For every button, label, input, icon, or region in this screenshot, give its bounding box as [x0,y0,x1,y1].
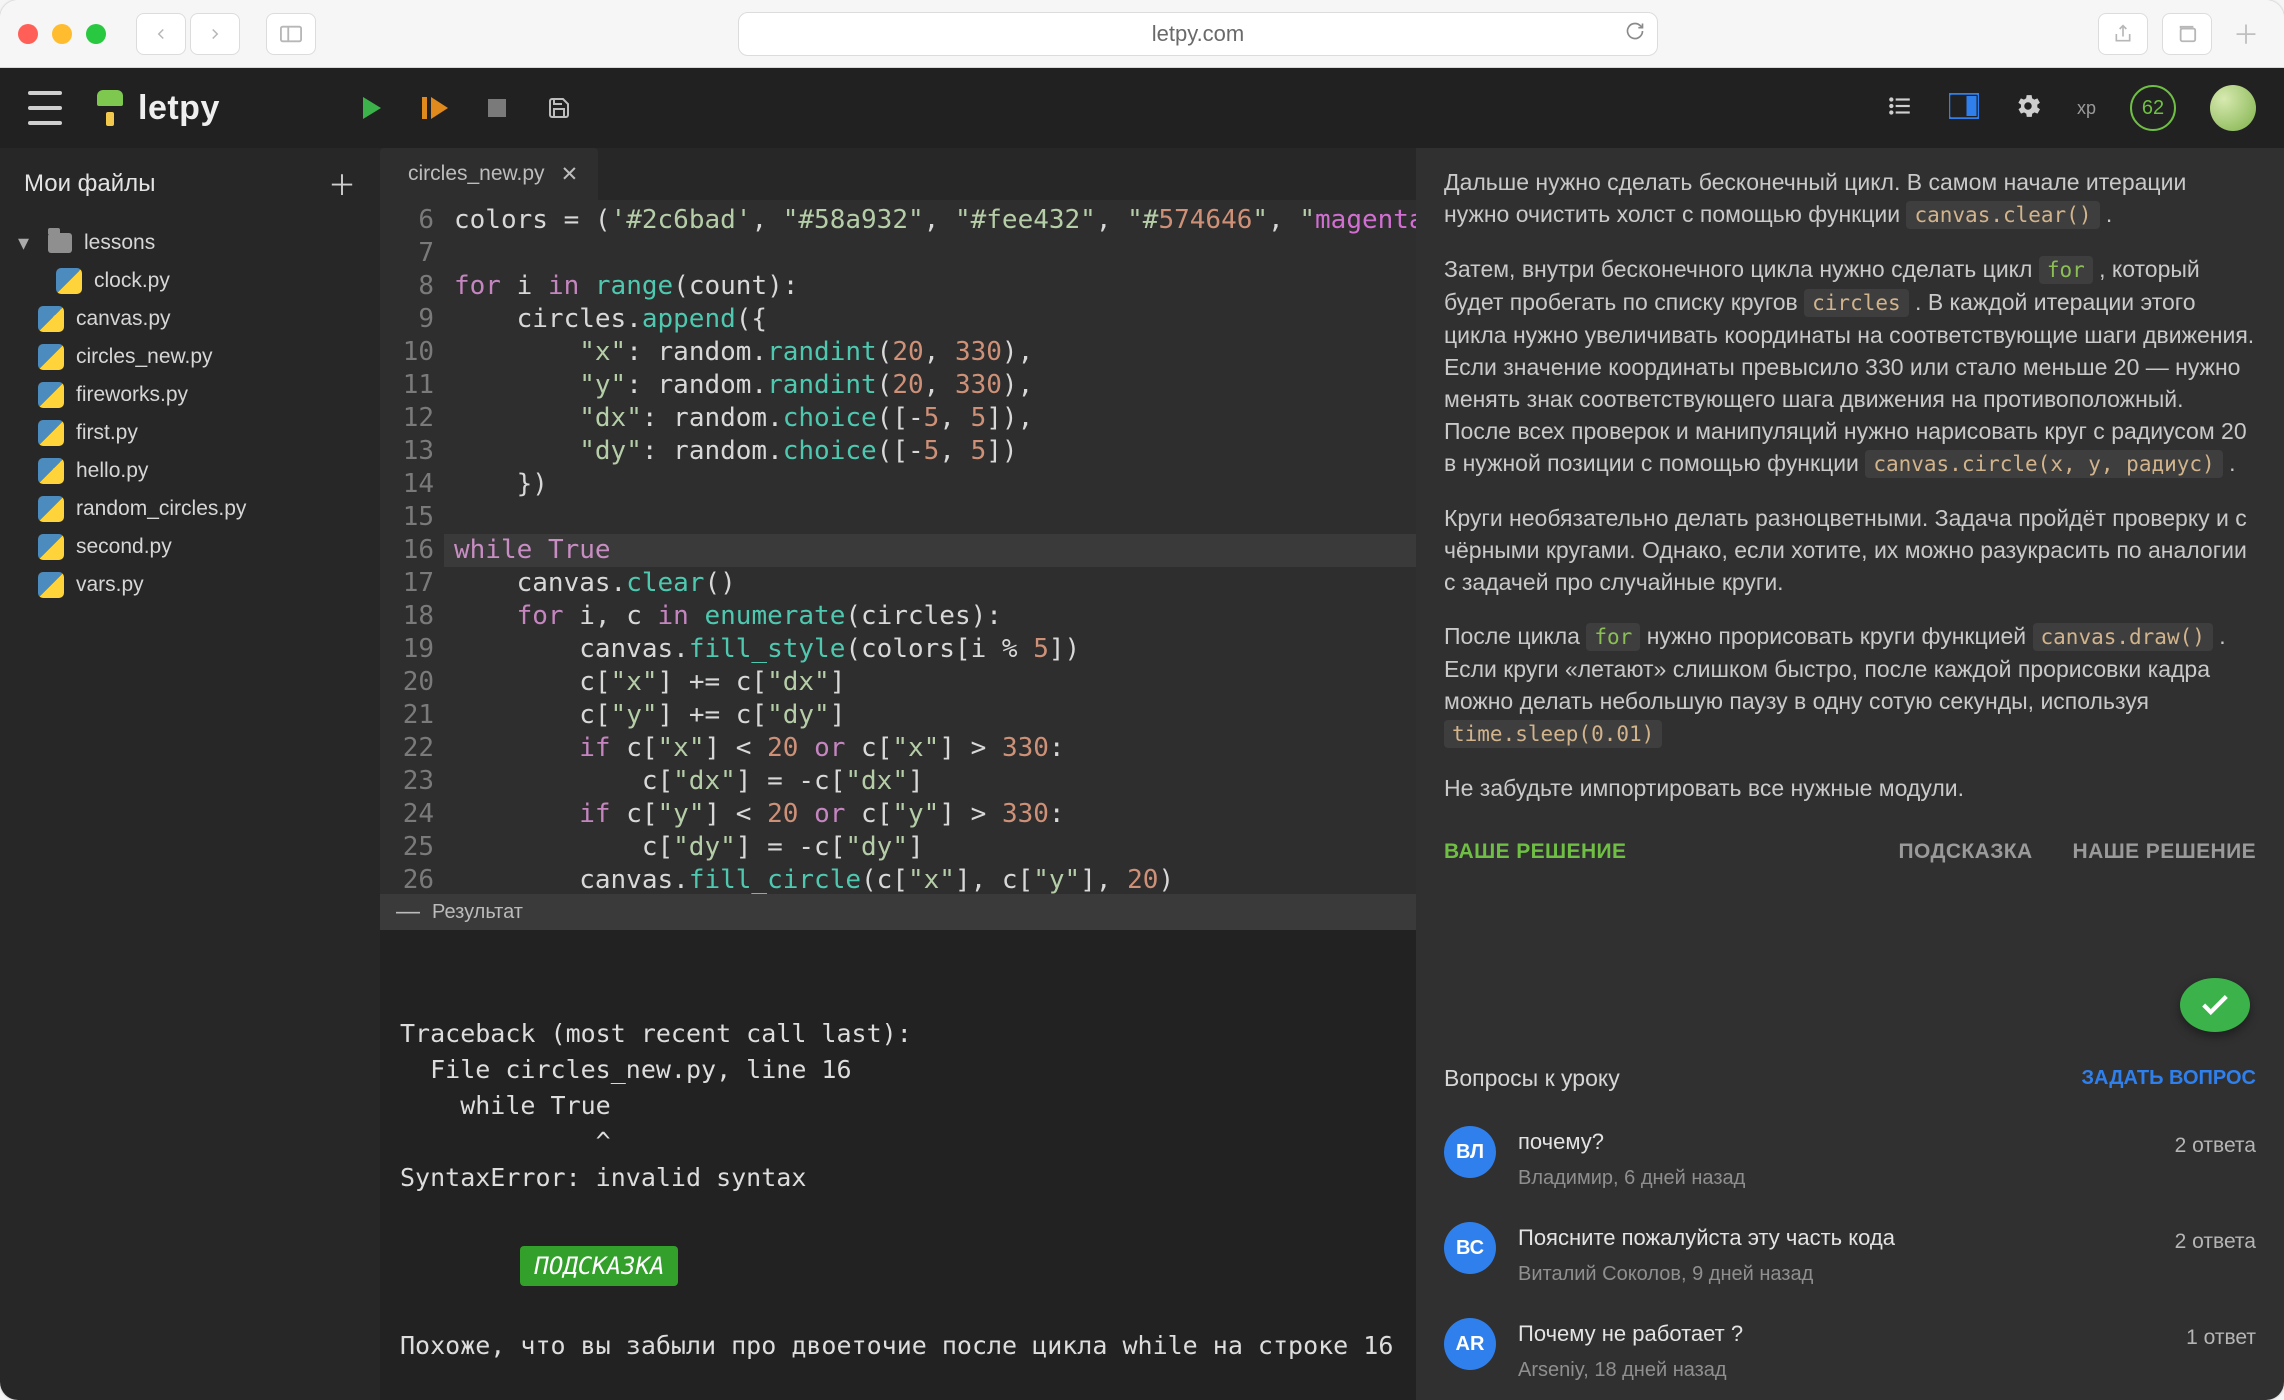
question-avatar: ВС [1444,1222,1496,1274]
save-button[interactable] [546,95,572,121]
address-text: letpy.com [1152,21,1245,47]
share-button[interactable] [2098,13,2148,55]
result-title: Результат [432,901,523,924]
file-row[interactable]: second.py [0,528,380,566]
file-sidebar: Мои файлы ＋ ▾lessonsclock.pycanvas.pycir… [0,148,380,1400]
xp-label: xp [2077,98,2096,119]
python-icon [38,572,64,598]
python-icon [38,458,64,484]
collapse-icon[interactable]: — [396,898,420,926]
lesson-panel: Дальше нужно сделать бесконечный цикл. В… [1416,148,2284,1400]
question-answers: 1 ответ [2186,1322,2256,1354]
app-toolbar: letpy xp 62 [0,68,2284,148]
ask-question-link[interactable]: ЗАДАТЬ ВОПРОС [2081,1062,2256,1094]
file-row[interactable]: circles_new.py [0,338,380,376]
file-row[interactable]: canvas.py [0,300,380,338]
lesson-paragraph: Круги необязательно делать разноцветными… [1444,502,2256,598]
tab-label: circles_new.py [408,162,545,186]
close-tab-icon[interactable]: ✕ [561,162,579,187]
hint-text: Похоже, что вы забыли про двоеточие посл… [400,1328,1396,1364]
code-snippet: canvas.circle(x, y, радиус) [1865,450,2222,478]
add-file-button[interactable]: ＋ [328,164,356,204]
code-snippet: for [2039,256,2093,284]
question-item[interactable]: ВЛ почему? Владимир, 6 дней назад 2 отве… [1444,1112,2256,1208]
result-header[interactable]: — Результат [380,894,1416,930]
xp-value: 62 [2130,85,2176,131]
run-button[interactable] [360,95,386,121]
python-icon [38,534,64,560]
sidebar-title: Мои файлы [24,170,155,198]
new-tab-button[interactable]: ＋ [2226,14,2266,54]
menu-button[interactable] [28,91,62,125]
folder-icon [48,233,72,253]
code-snippet: canvas.draw() [2033,623,2213,651]
maximize-window[interactable] [86,24,106,44]
python-icon [38,420,64,446]
file-row[interactable]: fireworks.py [0,376,380,414]
brand-logo[interactable]: letpy [96,89,220,128]
question-answers: 2 ответа [2175,1226,2256,1258]
submit-fab[interactable] [2180,978,2250,1032]
python-icon [38,382,64,408]
sidebar-toggle[interactable] [266,13,316,55]
question-avatar: AR [1444,1318,1496,1370]
question-title: Поясните пожалуйста эту часть кода [1518,1222,2153,1254]
tab-our-solution[interactable]: НАШЕ РЕШЕНИЕ [2073,836,2256,868]
question-answers: 2 ответа [2175,1130,2256,1162]
forward-button[interactable] [190,13,240,55]
file-row[interactable]: clock.py [0,262,380,300]
editor-area: circles_new.py ✕ 67891011121314151617181… [380,148,1416,1400]
python-icon [38,344,64,370]
code-snippet: time.sleep(0.01) [1444,720,1662,748]
python-icon [56,268,82,294]
user-avatar[interactable] [2210,85,2256,131]
solution-tabs: ВАШЕ РЕШЕНИЕ ПОДСКАЗКА НАШЕ РЕШЕНИЕ [1444,836,2256,868]
close-window[interactable] [18,24,38,44]
question-meta: Arseniy, 18 дней назад [1518,1354,2164,1386]
code-snippet: circles [1804,289,1909,317]
list-icon[interactable] [1885,93,1915,124]
lesson-paragraph: Затем, внутри бесконечного цикла нужно с… [1444,253,2256,480]
code-editor[interactable]: 6789101112131415161718192021222324252627… [380,200,1416,894]
tab-your-solution[interactable]: ВАШЕ РЕШЕНИЕ [1444,836,1626,868]
questions-heading: Вопросы к уроку [1444,1062,1620,1094]
address-bar[interactable]: letpy.com [738,12,1658,56]
file-row[interactable]: first.py [0,414,380,452]
panel-icon[interactable] [1949,93,1979,124]
browser-titlebar: letpy.com ＋ [0,0,2284,68]
stop-button[interactable] [484,95,510,121]
lesson-paragraph: Не забудьте импортировать все нужные мод… [1444,772,2256,804]
file-row[interactable]: random_circles.py [0,490,380,528]
hint-badge: ПОДСКАЗКА [520,1246,678,1286]
question-item[interactable]: ВС Поясните пожалуйста эту часть кода Ви… [1444,1208,2256,1304]
window-controls [18,24,106,44]
back-button[interactable] [136,13,186,55]
code-snippet: canvas.clear() [1906,201,2099,229]
settings-icon[interactable] [2013,91,2043,126]
code-snippet: for [1586,623,1640,651]
file-row[interactable]: hello.py [0,452,380,490]
console-output: Traceback (most recent call last): File … [380,930,1416,1400]
python-icon [38,306,64,332]
question-item[interactable]: AR Почему не работает ? Arseniy, 18 дней… [1444,1304,2256,1400]
question-title: почему? [1518,1126,2153,1158]
question-meta: Виталий Соколов, 9 дней назад [1518,1258,2153,1290]
file-row[interactable]: vars.py [0,566,380,604]
question-title: Почему не работает ? [1518,1318,2164,1350]
question-avatar: ВЛ [1444,1126,1496,1178]
logo-icon [96,90,124,126]
folder-row[interactable]: ▾lessons [0,224,380,262]
python-icon [38,496,64,522]
reload-icon[interactable] [1625,21,1645,46]
step-button[interactable] [422,95,448,121]
tab-hint[interactable]: ПОДСКАЗКА [1899,836,2033,868]
question-meta: Владимир, 6 дней назад [1518,1162,2153,1194]
editor-tab[interactable]: circles_new.py ✕ [380,148,598,200]
lesson-paragraph: Дальше нужно сделать бесконечный цикл. В… [1444,166,2256,231]
minimize-window[interactable] [52,24,72,44]
tabs-button[interactable] [2162,13,2212,55]
lesson-paragraph: После цикла for нужно прорисовать круги … [1444,620,2256,750]
brand-name: letpy [138,89,220,128]
